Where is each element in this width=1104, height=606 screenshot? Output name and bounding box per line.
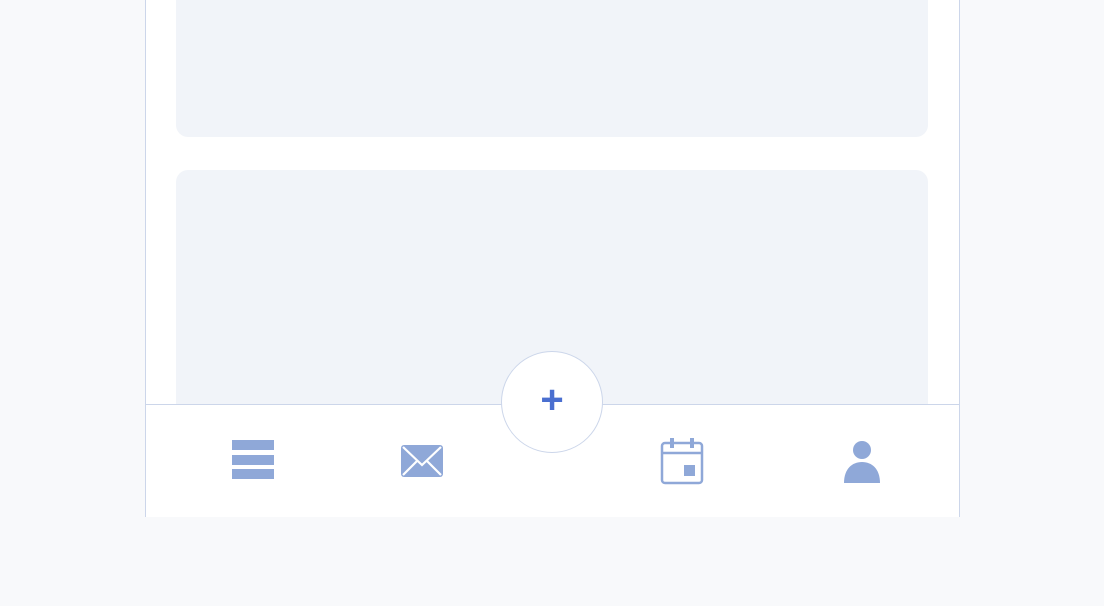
tab-profile[interactable] — [840, 439, 884, 483]
profile-icon — [844, 441, 880, 483]
menu-icon — [232, 440, 274, 479]
tab-mail[interactable] — [400, 439, 444, 483]
add-icon: + — [540, 378, 564, 422]
mail-icon — [401, 445, 443, 477]
tab-calendar[interactable] — [660, 438, 704, 485]
add-button[interactable]: + — [501, 351, 603, 453]
tab-menu[interactable] — [230, 439, 274, 483]
content-card — [176, 0, 928, 137]
calendar-icon — [660, 438, 704, 485]
app-window: + — [145, 0, 960, 517]
